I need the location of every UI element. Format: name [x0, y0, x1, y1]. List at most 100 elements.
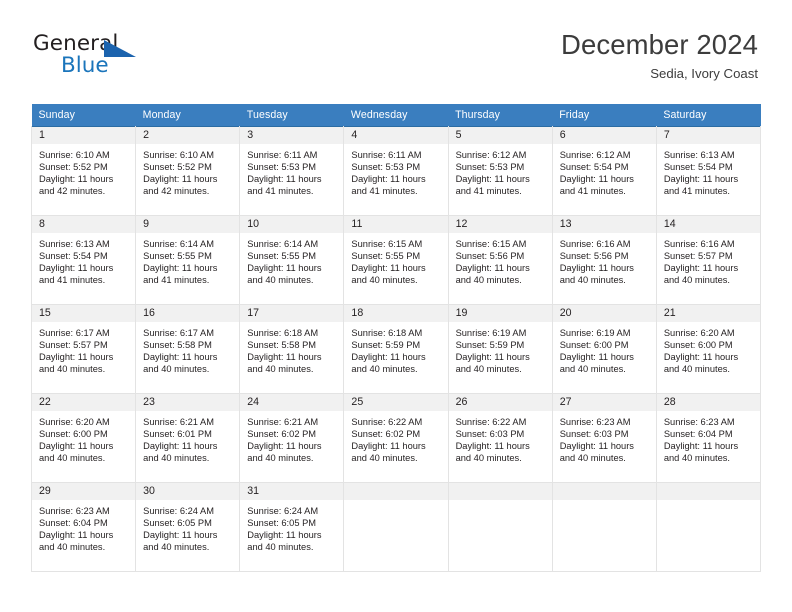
- day-cell[interactable]: 7 Sunrise: 6:13 AM Sunset: 5:54 PM Daylight…: [655, 126, 762, 216]
- day-cell[interactable]: 30 Sunrise: 6:24 AM Sunset: 6:05 PM Dayligh…: [135, 482, 241, 572]
- day-cell[interactable]: 22 Sunrise: 6:20 AM Sunset: 6:00 PM Dayligh…: [30, 393, 137, 483]
- calendar-body: 1 Sunrise: 6:10 AM Sunset: 5:52 PM Daylight…: [30, 126, 762, 572]
- day-details: Sunrise: 6:14 AM Sunset: 5:55 PM Daylight:…: [136, 233, 239, 286]
- sunset-text: Sunset: 6:05 PM: [247, 518, 317, 529]
- brand-name-blue: Blue: [61, 53, 109, 78]
- sunset-text: Sunset: 6:04 PM: [39, 518, 108, 529]
- day-number: 13: [552, 216, 656, 233]
- sunrise-text: Sunrise: 6:24 AM: [143, 506, 214, 516]
- daylight-text-line1: Daylight: 11 hours: [351, 441, 426, 452]
- daylight-text-line1: Daylight: 11 hours: [247, 352, 322, 363]
- day-number: 1: [32, 127, 136, 144]
- daylight-text-line1: Daylight: 11 hours: [455, 441, 530, 452]
- day-cell[interactable]: 31 Sunrise: 6:24 AM Sunset: 6:05 PM Dayligh…: [239, 482, 345, 572]
- sunrise-text: Sunrise: 6:16 AM: [559, 239, 631, 249]
- day-number: [344, 483, 448, 500]
- day-cell[interactable]: 26 Sunrise: 6:22 AM Sunset: 6:03 PM Dayligh…: [447, 393, 553, 483]
- daylight-text-line1: Daylight: 11 hours: [351, 352, 426, 363]
- day-cell[interactable]: 16 Sunrise: 6:17 AM Sunset: 5:58 PM Dayligh…: [135, 304, 241, 394]
- sunset-text: Sunset: 6:01 PM: [143, 429, 212, 440]
- day-cell[interactable]: 20 Sunrise: 6:19 AM Sunset: 6:00 PM Dayligh…: [551, 304, 657, 394]
- day-cell[interactable]: 11 Sunrise: 6:15 AM Sunset: 5:55 PM Dayligh…: [343, 215, 449, 305]
- brand-logo[interactable]: General Blue: [33, 33, 173, 85]
- day-cell[interactable]: 6 Sunrise: 6:12 AM Sunset: 5:54 PM Daylight…: [551, 126, 657, 216]
- day-cell[interactable]: 13 Sunrise: 6:16 AM Sunset: 5:56 PM Dayligh…: [551, 215, 657, 305]
- weekday-header-wednesday: Wednesday: [343, 104, 449, 127]
- day-cell[interactable]: 8 Sunrise: 6:13 AM Sunset: 5:54 PM Daylight…: [30, 215, 137, 305]
- day-number: [656, 483, 760, 500]
- day-details: Sunrise: 6:17 AM Sunset: 5:57 PM Daylight:…: [32, 322, 135, 375]
- day-cell[interactable]: 27 Sunrise: 6:23 AM Sunset: 6:03 PM Dayligh…: [551, 393, 657, 483]
- day-cell[interactable]: 2 Sunrise: 6:10 AM Sunset: 5:52 PM Daylight…: [135, 126, 241, 216]
- daylight-text-line1: Daylight: 11 hours: [559, 441, 634, 452]
- day-details: Sunrise: 6:16 AM Sunset: 5:56 PM Daylight:…: [553, 233, 656, 286]
- day-cell-empty: [343, 482, 449, 572]
- sunset-text: Sunset: 5:58 PM: [143, 340, 212, 351]
- sunrise-text: Sunrise: 6:15 AM: [455, 239, 527, 249]
- day-number: 29: [32, 483, 136, 500]
- day-number: 5: [448, 127, 552, 144]
- sunrise-text: Sunrise: 6:20 AM: [663, 328, 735, 338]
- day-cell[interactable]: 4 Sunrise: 6:11 AM Sunset: 5:53 PM Daylight…: [343, 126, 449, 216]
- sunrise-text: Sunrise: 6:23 AM: [559, 417, 631, 427]
- day-cell[interactable]: 1 Sunrise: 6:10 AM Sunset: 5:52 PM Daylight…: [30, 126, 137, 216]
- day-number: 10: [240, 216, 344, 233]
- daylight-text-line1: Daylight: 11 hours: [351, 263, 426, 274]
- daylight-text-line2: and 40 minutes.: [663, 453, 730, 464]
- day-number: 6: [552, 127, 656, 144]
- day-cell[interactable]: 19 Sunrise: 6:19 AM Sunset: 5:59 PM Dayligh…: [447, 304, 553, 394]
- day-cell[interactable]: 25 Sunrise: 6:22 AM Sunset: 6:02 PM Dayligh…: [343, 393, 449, 483]
- sunrise-text: Sunrise: 6:18 AM: [351, 328, 423, 338]
- day-cell[interactable]: 17 Sunrise: 6:18 AM Sunset: 5:58 PM Dayligh…: [239, 304, 345, 394]
- day-details: Sunrise: 6:14 AM Sunset: 5:55 PM Daylight:…: [240, 233, 343, 286]
- daylight-text-line1: Daylight: 11 hours: [39, 174, 114, 185]
- day-cell[interactable]: 12 Sunrise: 6:15 AM Sunset: 5:56 PM Dayligh…: [447, 215, 553, 305]
- sunset-text: Sunset: 6:03 PM: [455, 429, 525, 440]
- daylight-text-line2: and 40 minutes.: [247, 542, 314, 553]
- day-details: Sunrise: 6:20 AM Sunset: 6:00 PM Daylight:…: [657, 322, 760, 375]
- calendar-header-row: Sunday Monday Tuesday Wednesday Thursday…: [31, 104, 761, 127]
- day-number: 11: [344, 216, 448, 233]
- daylight-text-line1: Daylight: 11 hours: [663, 263, 739, 274]
- daylight-text-line1: Daylight: 11 hours: [143, 530, 218, 541]
- daylight-text-line1: Daylight: 11 hours: [455, 263, 530, 274]
- day-number: 8: [32, 216, 136, 233]
- sunset-text: Sunset: 5:55 PM: [143, 251, 212, 262]
- day-details: Sunrise: 6:24 AM Sunset: 6:05 PM Daylight:…: [240, 500, 343, 553]
- day-cell[interactable]: 24 Sunrise: 6:21 AM Sunset: 6:02 PM Dayligh…: [239, 393, 345, 483]
- day-cell[interactable]: 10 Sunrise: 6:14 AM Sunset: 5:55 PM Dayligh…: [239, 215, 345, 305]
- calendar-page: General Blue December 2024 Sedia, Ivory …: [0, 0, 792, 612]
- sunrise-text: Sunrise: 6:21 AM: [247, 417, 319, 427]
- daylight-text-line2: and 41 minutes.: [247, 186, 314, 197]
- sunrise-text: Sunrise: 6:23 AM: [39, 506, 110, 516]
- sunrise-text: Sunrise: 6:15 AM: [351, 239, 423, 249]
- sunrise-text: Sunrise: 6:10 AM: [39, 150, 110, 160]
- day-cell[interactable]: 3 Sunrise: 6:11 AM Sunset: 5:53 PM Daylight…: [239, 126, 345, 216]
- daylight-text-line2: and 40 minutes.: [663, 364, 730, 375]
- day-cell-empty: [447, 482, 553, 572]
- day-number: 9: [136, 216, 240, 233]
- day-cell[interactable]: 15 Sunrise: 6:17 AM Sunset: 5:57 PM Dayligh…: [30, 304, 137, 394]
- sunrise-text: Sunrise: 6:12 AM: [559, 150, 631, 160]
- daylight-text-line2: and 40 minutes.: [39, 542, 106, 553]
- day-cell[interactable]: 5 Sunrise: 6:12 AM Sunset: 5:53 PM Daylight…: [447, 126, 553, 216]
- day-cell[interactable]: 14 Sunrise: 6:16 AM Sunset: 5:57 PM Dayligh…: [655, 215, 762, 305]
- daylight-text-line2: and 40 minutes.: [455, 275, 522, 286]
- day-number: 14: [656, 216, 760, 233]
- sunrise-text: Sunrise: 6:13 AM: [663, 150, 735, 160]
- day-cell[interactable]: 21 Sunrise: 6:20 AM Sunset: 6:00 PM Dayligh…: [655, 304, 762, 394]
- day-details: Sunrise: 6:24 AM Sunset: 6:05 PM Daylight:…: [136, 500, 239, 553]
- daylight-text-line2: and 41 minutes.: [559, 186, 626, 197]
- sunrise-text: Sunrise: 6:14 AM: [247, 239, 319, 249]
- day-cell[interactable]: 28 Sunrise: 6:23 AM Sunset: 6:04 PM Dayligh…: [655, 393, 762, 483]
- day-details: Sunrise: 6:18 AM Sunset: 5:58 PM Daylight:…: [240, 322, 343, 375]
- day-cell[interactable]: 23 Sunrise: 6:21 AM Sunset: 6:01 PM Dayligh…: [135, 393, 241, 483]
- day-cell[interactable]: 9 Sunrise: 6:14 AM Sunset: 5:55 PM Daylight…: [135, 215, 241, 305]
- day-details: Sunrise: 6:13 AM Sunset: 5:54 PM Daylight:…: [657, 144, 760, 197]
- sunset-text: Sunset: 5:53 PM: [351, 162, 421, 173]
- day-cell[interactable]: 18 Sunrise: 6:18 AM Sunset: 5:59 PM Dayligh…: [343, 304, 449, 394]
- daylight-text-line2: and 40 minutes.: [351, 364, 418, 375]
- day-number: 28: [656, 394, 760, 411]
- day-cell[interactable]: 29 Sunrise: 6:23 AM Sunset: 6:04 PM Dayligh…: [30, 482, 137, 572]
- day-number: 15: [32, 305, 136, 322]
